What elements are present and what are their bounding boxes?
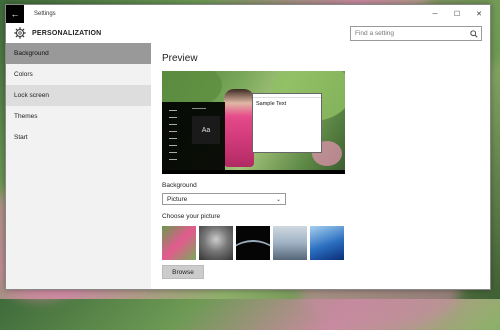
start-menu-line	[169, 117, 177, 118]
sidebar-item-label: Colors	[14, 71, 33, 78]
search-icon[interactable]	[467, 28, 481, 39]
picture-thumbnail-5[interactable]	[310, 226, 344, 260]
preview-person	[224, 89, 254, 167]
preview-taskbar	[162, 170, 345, 174]
start-menu-line	[169, 145, 177, 146]
minimize-button[interactable]: ─	[424, 5, 446, 23]
sidebar-item-start[interactable]: Start	[6, 127, 151, 148]
sidebar-item-themes[interactable]: Themes	[6, 106, 151, 127]
choose-picture-label: Choose your picture	[162, 213, 221, 220]
sidebar: Background Colors Lock screen Themes Sta…	[6, 43, 151, 289]
tile-header-line	[192, 108, 206, 109]
sidebar-item-label: Lock screen	[14, 92, 50, 99]
start-menu-line	[169, 131, 177, 132]
search-input[interactable]	[351, 28, 467, 39]
picture-thumbnail-1[interactable]	[162, 226, 196, 260]
start-menu-line	[169, 159, 177, 160]
background-dropdown[interactable]: Picture ⌄	[162, 193, 286, 205]
title-bar: ← Settings ─ ☐ ✕	[6, 5, 490, 23]
start-menu-line	[169, 124, 177, 125]
preview-image: Aa Sample Text	[162, 71, 345, 174]
sidebar-item-label: Background	[14, 50, 49, 57]
preview-start-menu: Aa	[162, 102, 225, 174]
back-button[interactable]: ←	[6, 5, 24, 23]
page-header: PERSONALIZATION	[6, 23, 490, 43]
maximize-button[interactable]: ☐	[446, 5, 468, 23]
sidebar-item-lock-screen[interactable]: Lock screen	[6, 85, 151, 106]
start-menu-line	[169, 138, 177, 139]
back-arrow-icon: ←	[10, 9, 20, 19]
close-button[interactable]: ✕	[468, 5, 490, 23]
sidebar-item-background[interactable]: Background	[6, 43, 151, 64]
picture-thumbnail-4[interactable]	[273, 226, 307, 260]
window-title: Settings	[34, 11, 56, 17]
sidebar-item-label: Themes	[14, 113, 38, 120]
sidebar-item-label: Start	[14, 134, 28, 141]
main-content: Preview Aa Sample Text Background Pictur…	[162, 43, 490, 289]
sidebar-item-colors[interactable]: Colors	[6, 64, 151, 85]
thumbnail-arc	[236, 240, 270, 260]
background-dropdown-value: Picture	[167, 195, 188, 203]
browse-button[interactable]: Browse	[162, 265, 204, 279]
search-box[interactable]	[350, 26, 482, 41]
picture-thumbnails	[162, 226, 490, 260]
background-label: Background	[162, 182, 197, 189]
gear-icon	[14, 27, 26, 39]
window-controls: ─ ☐ ✕	[424, 5, 490, 23]
preview-heading: Preview	[162, 53, 198, 64]
start-menu-line	[169, 110, 177, 111]
preview-sample-window: Sample Text	[252, 93, 322, 153]
preview-tile: Aa	[192, 116, 220, 144]
sample-window-text: Sample Text	[256, 101, 287, 107]
chevron-down-icon: ⌄	[275, 196, 281, 203]
picture-thumbnail-3[interactable]	[236, 226, 270, 260]
page-title: PERSONALIZATION	[32, 29, 102, 37]
settings-window: ← Settings ─ ☐ ✕ PERSONALIZATION Find a …	[5, 4, 491, 290]
start-menu-line	[169, 152, 177, 153]
picture-thumbnail-2[interactable]	[199, 226, 233, 260]
